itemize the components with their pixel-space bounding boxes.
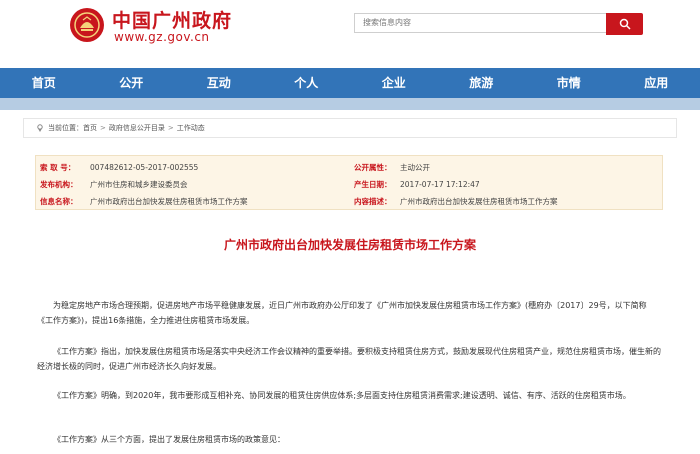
nav-item-public[interactable]: 公开: [88, 68, 176, 98]
breadcrumb: 当前位置： 首页 > 政府信息公开目录 > 工作动态: [23, 118, 677, 138]
meta-index-value: 007482612-05-2017-002555: [90, 163, 199, 172]
site-name[interactable]: 中国广州政府: [112, 6, 232, 33]
article-paragraph: 《工作方案》从三个方面，提出了发展住房租赁市场的政策意见：: [53, 435, 285, 444]
site-header: 中国广州政府 www.gz.gov.cn: [0, 0, 700, 68]
meta-summary-label: 内容描述：: [354, 197, 392, 206]
site-url[interactable]: www.gz.gov.cn: [114, 30, 210, 44]
breadcrumb-label: 当前位置：: [48, 124, 83, 132]
search-icon: [619, 18, 631, 30]
article-paragraph: 《工作方案》指出，加快发展住房租赁市场是落实中央经济工作会议精神的重要举措。要积…: [37, 347, 661, 371]
meta-org-label: 发布机构：: [40, 180, 78, 189]
meta-row-title: 信息名称： 广州市政府出台加快发展住房租赁市场工作方案 内容描述： 广州市政府出…: [36, 193, 664, 210]
breadcrumb-current[interactable]: 工作动态: [177, 123, 205, 133]
meta-date-value: 2017-07-17 17:12:47: [400, 180, 480, 189]
meta-org-value: 广州市住房和城乡建设委员会: [90, 180, 188, 189]
article-title: 广州市政府出台加快发展住房租赁市场工作方案: [223, 238, 476, 252]
government-emblem-icon[interactable]: [70, 8, 104, 42]
breadcrumb-catalog[interactable]: 政府信息公开目录: [109, 123, 165, 133]
nav-item-interact[interactable]: 互动: [175, 68, 263, 98]
meta-row-org: 发布机构： 广州市住房和城乡建设委员会 产生日期： 2017-07-17 17:…: [36, 176, 664, 193]
nav-item-city-info[interactable]: 市情: [525, 68, 613, 98]
breadcrumb-separator: >: [167, 124, 174, 132]
breadcrumb-separator: >: [100, 124, 106, 132]
meta-publicity-value: 主动公开: [400, 163, 430, 172]
nav-item-personal[interactable]: 个人: [263, 68, 351, 98]
nav-accent-bar: [0, 98, 700, 110]
meta-title-label: 信息名称：: [40, 197, 78, 206]
nav-item-apps[interactable]: 应用: [613, 68, 700, 98]
meta-publicity-label: 公开属性：: [354, 163, 392, 172]
search-input[interactable]: [354, 13, 606, 33]
nav-item-home[interactable]: 首页: [0, 68, 88, 98]
meta-row-index: 索 取 号： 007482612-05-2017-002555 公开属性： 主动…: [36, 159, 664, 176]
article-paragraph: 为稳定房地产市场合理预期，促进房地产市场平稳健康发展，近日广州市政府办公厅印发了…: [37, 301, 647, 325]
nav-item-tourism[interactable]: 旅游: [438, 68, 526, 98]
main-nav: 首页 公开 互动 个人 企业 旅游 市情 应用: [0, 68, 700, 98]
meta-index-label: 索 取 号：: [40, 163, 76, 172]
meta-summary-value: 广州市政府出台加快发展住房租赁市场工作方案: [400, 197, 558, 206]
location-icon: [37, 124, 43, 132]
search-button[interactable]: [606, 13, 643, 35]
meta-date-label: 产生日期：: [354, 180, 392, 189]
article-paragraph: 《工作方案》明确，到2020年，我市要形成互相补充、协同发展的租赁住房供应体系;…: [53, 391, 631, 400]
document-meta-box: 索 取 号： 007482612-05-2017-002555 公开属性： 主动…: [35, 155, 663, 210]
meta-title-value: 广州市政府出台加快发展住房租赁市场工作方案: [90, 197, 248, 206]
nav-item-enterprise[interactable]: 企业: [350, 68, 438, 98]
breadcrumb-home[interactable]: 首页: [83, 123, 97, 133]
